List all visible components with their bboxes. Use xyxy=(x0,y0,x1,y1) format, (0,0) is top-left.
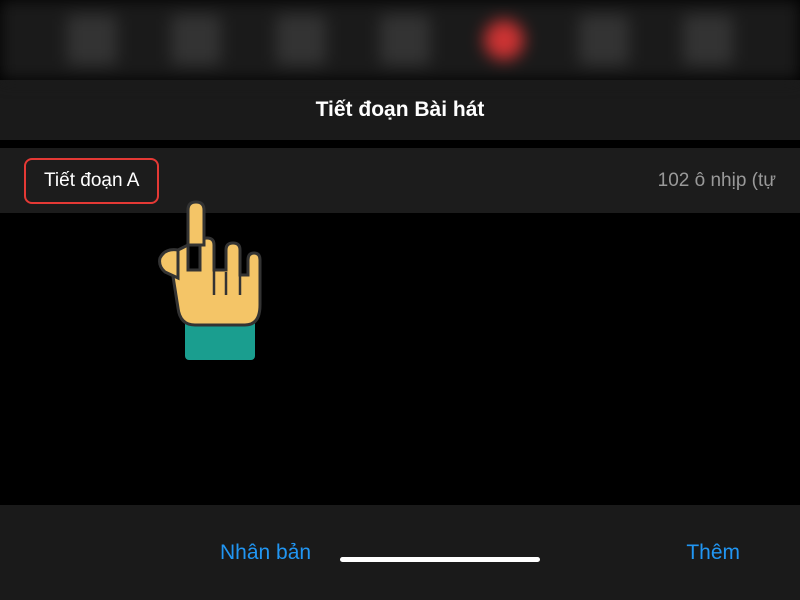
record-icon xyxy=(484,20,524,60)
duplicate-button[interactable]: Nhân bản xyxy=(200,531,331,575)
page-title: Tiết đoạn Bài hát xyxy=(316,98,485,122)
header: Tiết đoạn Bài hát xyxy=(0,80,800,140)
toolbar-item xyxy=(579,15,629,65)
section-bars-info: 102 ô nhịp (tự xyxy=(658,170,776,192)
toolbar-item xyxy=(380,15,430,65)
blurred-toolbar xyxy=(0,0,800,80)
toolbar-item xyxy=(67,15,117,65)
section-row[interactable]: Tiết đoạn A 102 ô nhịp (tự xyxy=(0,148,800,213)
section-a-button[interactable]: Tiết đoạn A xyxy=(24,158,159,204)
toolbar-item xyxy=(171,15,221,65)
toolbar-item xyxy=(276,15,326,65)
bottom-bar: Nhân bản Thêm xyxy=(0,505,800,600)
home-indicator[interactable] xyxy=(340,557,540,562)
toolbar-item xyxy=(683,15,733,65)
add-button[interactable]: Thêm xyxy=(666,531,760,575)
content-area xyxy=(0,213,800,503)
